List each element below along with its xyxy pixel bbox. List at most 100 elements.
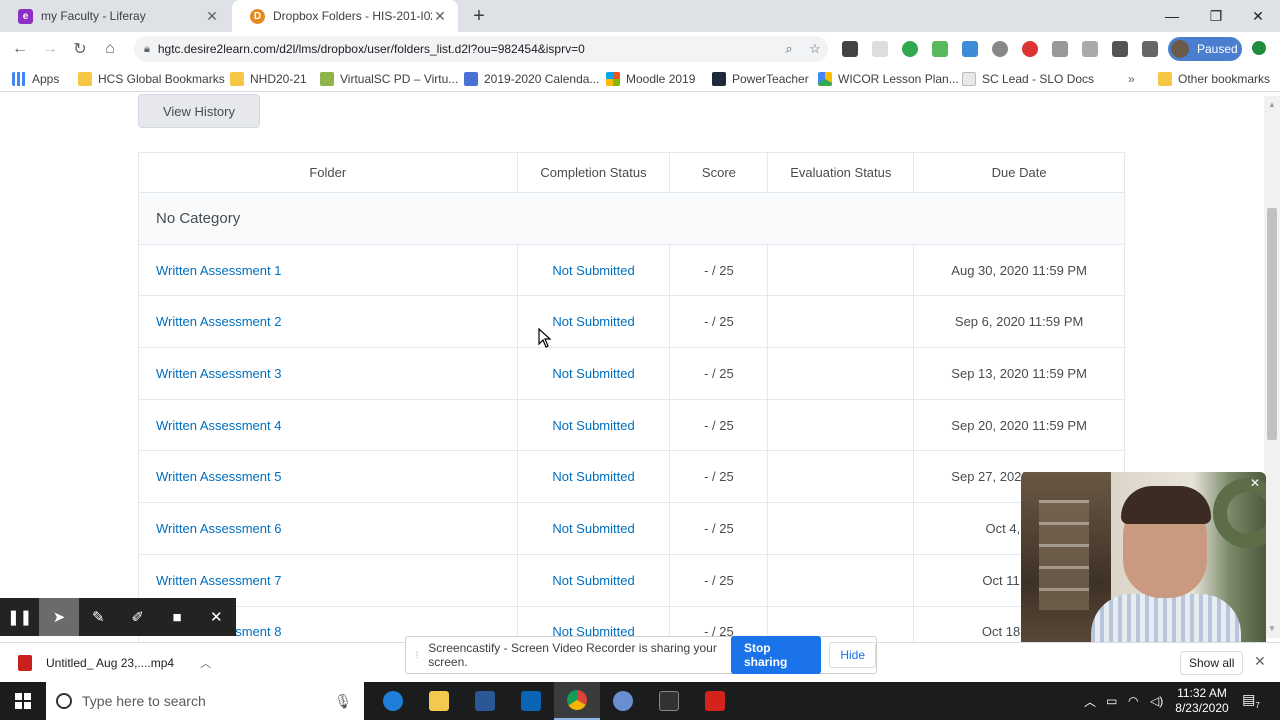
forward-icon[interactable]: → xyxy=(38,37,62,61)
window-close-button[interactable]: ✕ xyxy=(1236,0,1280,32)
bookmark-virtualsc[interactable]: VirtualSC PD – Virtu... xyxy=(320,71,458,87)
folder-link[interactable]: Written Assessment 4 xyxy=(138,398,518,452)
taskbar-clock[interactable]: 11:32 AM 8/23/2020 xyxy=(1172,686,1232,716)
close-icon[interactable]: ✕ xyxy=(1254,653,1266,670)
star-icon[interactable]: ☆ xyxy=(802,41,828,57)
url-text[interactable]: hgtc.desire2learn.com/d2l/lms/dropbox/us… xyxy=(158,42,776,56)
completion-status-link[interactable]: Not Submitted xyxy=(516,450,671,504)
chevron-up-icon[interactable]: ︿ xyxy=(200,655,211,671)
lock-icon[interactable]: 🔒︎ xyxy=(144,43,150,56)
bookmark-apps[interactable]: Apps xyxy=(12,71,59,87)
folder-link[interactable]: Written Assessment 6 xyxy=(138,502,518,555)
folder-link[interactable]: Written Assessment 3 xyxy=(138,347,518,400)
completion-status-link[interactable]: Not Submitted xyxy=(516,243,671,297)
taskbar-search[interactable]: Type here to search 🎙︎ xyxy=(46,682,364,720)
chrome-app[interactable] xyxy=(554,682,600,720)
page-scrollbar[interactable]: ▲ ▼ xyxy=(1264,96,1280,638)
column-header: Completion Status xyxy=(516,152,671,193)
sheets-extension-icon[interactable] xyxy=(932,41,948,57)
download-item[interactable]: Untitled_ Aug 23,....mp4 ︿ xyxy=(18,652,211,674)
pause-icon[interactable]: ❚❚ xyxy=(0,598,39,636)
microphone-icon[interactable]: 🎙︎ xyxy=(334,693,352,710)
acrobat-icon xyxy=(705,691,725,711)
bookmark-moodle[interactable]: Moodle 2019 xyxy=(606,71,695,87)
grid-extension-icon[interactable] xyxy=(1112,41,1128,57)
stop-sharing-button[interactable]: Stop sharing xyxy=(730,636,822,674)
pen-icon[interactable]: ✎ xyxy=(79,598,118,636)
power-extension-icon[interactable] xyxy=(992,41,1008,57)
cast-extension-icon[interactable] xyxy=(1052,41,1068,57)
acrobat-app[interactable] xyxy=(692,682,738,720)
app-icon-6[interactable] xyxy=(600,682,646,720)
new-tab-button[interactable]: + xyxy=(468,5,490,27)
completion-status-link[interactable]: Not Submitted xyxy=(516,347,671,400)
camera-icon[interactable]: ■ xyxy=(157,598,196,636)
highlighter-icon[interactable]: ✐ xyxy=(118,598,157,636)
folder-link[interactable]: Written Assessment 1 xyxy=(138,243,518,297)
completion-status-link[interactable]: Not Submitted xyxy=(516,398,671,452)
completion-status-link[interactable]: Not Submitted xyxy=(516,553,671,607)
tab-label: my Faculty - Liferay xyxy=(41,9,146,23)
hide-button[interactable]: Hide xyxy=(829,642,876,668)
webcam-close-icon[interactable]: ✕ xyxy=(1250,476,1260,490)
minimize-button[interactable]: — xyxy=(1150,0,1194,32)
due-date-cell: Sep 6, 2020 11:59 PM xyxy=(913,295,1125,349)
bookmark-other[interactable]: Other bookmarks xyxy=(1158,71,1270,87)
due-date-cell: Sep 20, 2020 11:59 PM xyxy=(913,398,1125,452)
bookmark-sc-lead[interactable]: SC Lead - SLO Docs xyxy=(962,71,1094,87)
restore-button[interactable]: ❐ xyxy=(1194,0,1238,32)
close-icon[interactable]: ✕ xyxy=(432,8,448,25)
column-header: Evaluation Status xyxy=(767,152,915,193)
start-button[interactable] xyxy=(0,682,46,720)
scroll-down-icon[interactable]: ▼ xyxy=(1268,624,1276,633)
show-all-button[interactable]: Show all xyxy=(1180,651,1244,675)
edge-app[interactable] xyxy=(370,682,416,720)
epic-games-app[interactable] xyxy=(646,682,692,720)
word-app[interactable] xyxy=(462,682,508,720)
explorer-app[interactable] xyxy=(416,682,462,720)
battery-icon[interactable]: ▭ xyxy=(1106,682,1117,720)
drag-handle-icon[interactable]: ⦙ xyxy=(416,650,418,661)
scroll-up-icon[interactable]: ▲ xyxy=(1268,100,1276,109)
score-cell: - / 25 xyxy=(669,502,769,555)
webcam-overlay[interactable]: ✕ xyxy=(1021,472,1266,656)
chevron-right-icon[interactable]: » xyxy=(1128,71,1135,87)
puzzle-icon[interactable] xyxy=(1142,41,1158,57)
zoom-icon[interactable]: ⌕ xyxy=(776,41,802,57)
bookmark-hcs-global[interactable]: HCS Global Bookmarks xyxy=(78,71,225,87)
network-icon[interactable]: ◠ xyxy=(1128,682,1138,720)
tray-chevron-up-icon[interactable]: ︿ xyxy=(1084,682,1096,720)
folder-link[interactable]: Written Assessment 2 xyxy=(138,295,518,349)
cursor-tool-icon[interactable]: ➤ xyxy=(39,598,79,636)
volume-icon[interactable]: ◁) xyxy=(1150,682,1163,720)
close-icon[interactable]: ✕ xyxy=(204,8,220,25)
people-extension-icon[interactable] xyxy=(1082,41,1098,57)
profile-button[interactable]: Paused xyxy=(1168,37,1242,61)
tab-my-faculty[interactable]: e my Faculty - Liferay ✕ xyxy=(0,0,230,32)
outlook-app[interactable] xyxy=(508,682,554,720)
scroll-thumb[interactable] xyxy=(1267,208,1277,440)
bookmark-calendar[interactable]: 2019-2020 Calenda... xyxy=(464,71,599,87)
reload-icon[interactable]: ↻ xyxy=(68,37,92,61)
folder-link[interactable]: Written Assessment 5 xyxy=(138,450,518,504)
bookmark-powerteacher[interactable]: PowerTeacher xyxy=(712,71,809,87)
sync-extension-icon[interactable] xyxy=(962,41,978,57)
bookmark-nhd[interactable]: NHD20-21 xyxy=(230,71,307,87)
view-history-button[interactable]: View History xyxy=(138,94,260,128)
tab-dropbox-folders[interactable]: D Dropbox Folders - HIS-201-I02 - ✕ xyxy=(232,0,458,32)
screen-sharing-bar: ⦙ Screencastify - Screen Video Recorder … xyxy=(405,636,877,674)
folder-icon xyxy=(1158,72,1172,86)
bookmark-wicor[interactable]: WICOR Lesson Plan... xyxy=(818,71,959,87)
extension-icon[interactable] xyxy=(872,41,888,57)
home-icon[interactable]: ⌂ xyxy=(98,37,122,61)
evernote-icon[interactable] xyxy=(902,41,918,57)
sync-icon[interactable] xyxy=(1252,41,1266,55)
bookmark-label: WICOR Lesson Plan... xyxy=(838,72,959,86)
completion-status-link[interactable]: Not Submitted xyxy=(516,502,671,555)
notification-icon[interactable]: ▤7 xyxy=(1240,691,1262,711)
close-icon[interactable]: ✕ xyxy=(197,598,236,636)
qr-extension-icon[interactable] xyxy=(842,41,858,57)
back-icon[interactable]: ← xyxy=(8,37,32,61)
address-bar[interactable]: 🔒︎ hgtc.desire2learn.com/d2l/lms/dropbox… xyxy=(134,36,828,62)
record-extension-icon[interactable] xyxy=(1022,41,1038,57)
